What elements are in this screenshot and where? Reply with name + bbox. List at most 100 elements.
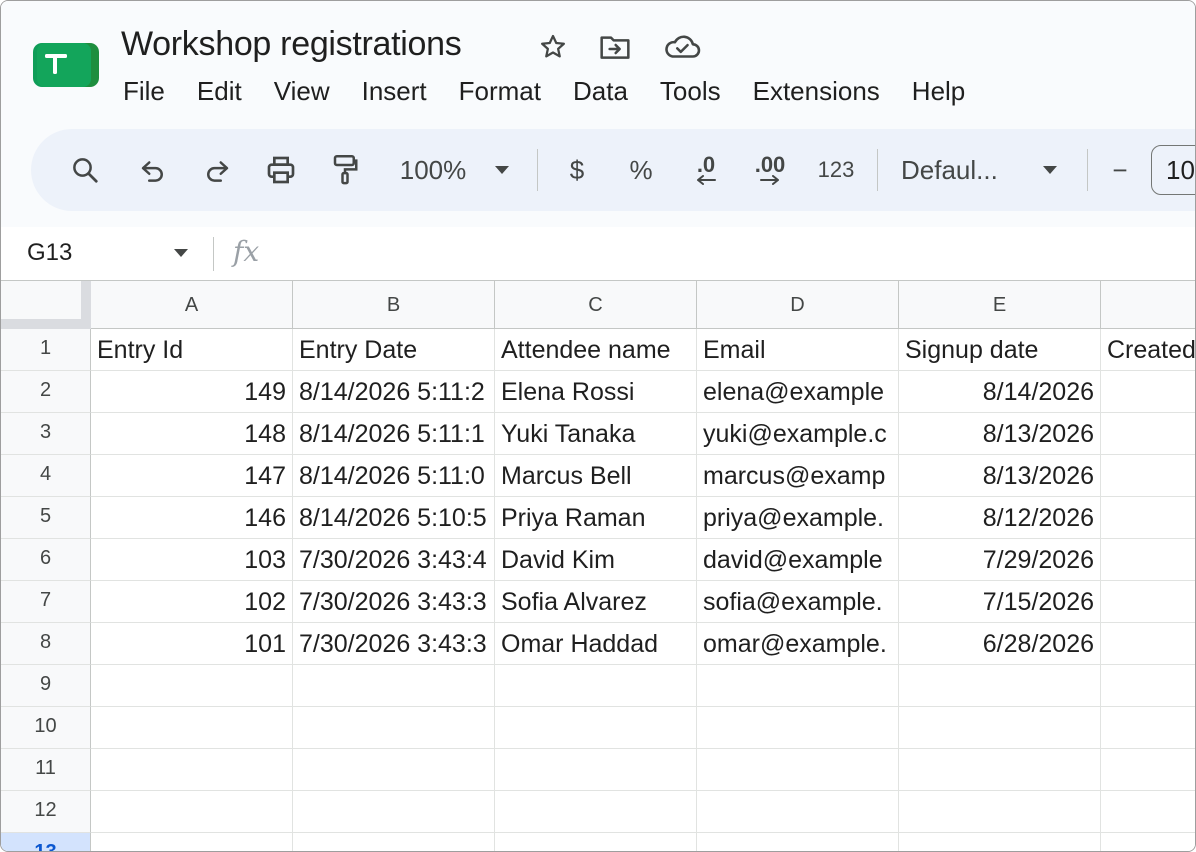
cell-c8[interactable]: Omar Haddad [495,623,697,665]
cell-b13[interactable] [293,833,495,851]
cell-a1[interactable]: Entry Id [91,329,293,371]
cell-a9[interactable] [91,665,293,707]
cell-e5[interactable]: 8/12/2026 [899,497,1101,539]
row-header-3[interactable]: 3 [1,413,91,455]
menu-format[interactable]: Format [443,71,557,111]
cell-e3[interactable]: 8/13/2026 [899,413,1101,455]
cell-e7[interactable]: 7/15/2026 [899,581,1101,623]
number-format-button[interactable]: 123 [811,129,861,211]
column-header-a[interactable]: A [91,281,293,329]
row-header-7[interactable]: 7 [1,581,91,623]
redo-icon[interactable] [197,129,237,211]
cell-a13[interactable] [91,833,293,851]
cell-f13[interactable] [1101,833,1195,851]
cell-b4[interactable]: 8/14/2026 5:11:0 [293,455,495,497]
cell-f2[interactable] [1101,371,1195,413]
menu-edit[interactable]: Edit [181,71,258,111]
cell-b3[interactable]: 8/14/2026 5:11:1 [293,413,495,455]
cloud-saved-icon[interactable] [663,31,701,63]
cell-e4[interactable]: 8/13/2026 [899,455,1101,497]
row-header-9[interactable]: 9 [1,665,91,707]
cell-b9[interactable] [293,665,495,707]
cell-b5[interactable]: 8/14/2026 5:10:5 [293,497,495,539]
row-header-4[interactable]: 4 [1,455,91,497]
cell-c3[interactable]: Yuki Tanaka [495,413,697,455]
cell-e1[interactable]: Signup date [899,329,1101,371]
cell-f11[interactable] [1101,749,1195,791]
cell-f4[interactable] [1101,455,1195,497]
row-header-5[interactable]: 5 [1,497,91,539]
menu-insert[interactable]: Insert [346,71,443,111]
menu-view[interactable]: View [258,71,346,111]
row-header-6[interactable]: 6 [1,539,91,581]
cell-a8[interactable]: 101 [91,623,293,665]
cell-f10[interactable] [1101,707,1195,749]
cell-f7[interactable] [1101,581,1195,623]
paint-format-icon[interactable] [325,129,365,211]
cell-e12[interactable] [899,791,1101,833]
cell-c5[interactable]: Priya Raman [495,497,697,539]
column-header-d[interactable]: D [697,281,899,329]
document-title[interactable]: Workshop registrations [121,25,462,64]
cell-d9[interactable] [697,665,899,707]
cell-e2[interactable]: 8/14/2026 [899,371,1101,413]
row-header-12[interactable]: 12 [1,791,91,833]
cell-f6[interactable] [1101,539,1195,581]
cell-d3[interactable]: yuki@example.c [697,413,899,455]
currency-format-button[interactable]: $ [561,129,593,211]
cell-c11[interactable] [495,749,697,791]
cell-a10[interactable] [91,707,293,749]
row-header-1[interactable]: 1 [1,329,91,371]
menu-file[interactable]: File [107,71,181,111]
column-header-b[interactable]: B [293,281,495,329]
cell-c9[interactable] [495,665,697,707]
cell-d12[interactable] [697,791,899,833]
cell-d10[interactable] [697,707,899,749]
search-icon[interactable] [65,129,105,211]
cell-f5[interactable] [1101,497,1195,539]
cell-d1[interactable]: Email [697,329,899,371]
cell-c4[interactable]: Marcus Bell [495,455,697,497]
cell-c7[interactable]: Sofia Alvarez [495,581,697,623]
formula-input[interactable] [281,235,1181,273]
chevron-down-icon[interactable] [1037,129,1063,211]
decrease-decimal-button[interactable]: .0 [683,129,729,211]
cell-a7[interactable]: 102 [91,581,293,623]
cell-a5[interactable]: 146 [91,497,293,539]
column-header-c[interactable]: C [495,281,697,329]
decrease-font-size-button[interactable]: − [1105,129,1135,211]
print-icon[interactable] [261,129,301,211]
cell-c12[interactable] [495,791,697,833]
cell-e8[interactable]: 6/28/2026 [899,623,1101,665]
cell-d2[interactable]: elena@example [697,371,899,413]
cell-d5[interactable]: priya@example. [697,497,899,539]
spreadsheet-logo-icon[interactable] [33,41,99,89]
cell-e6[interactable]: 7/29/2026 [899,539,1101,581]
cell-e13[interactable] [899,833,1101,851]
cell-b7[interactable]: 7/30/2026 3:43:3 [293,581,495,623]
cell-f9[interactable] [1101,665,1195,707]
increase-decimal-button[interactable]: .00 [745,129,795,211]
chevron-down-icon[interactable] [489,129,515,211]
cell-b6[interactable]: 7/30/2026 3:43:4 [293,539,495,581]
row-header-10[interactable]: 10 [1,707,91,749]
cell-a11[interactable] [91,749,293,791]
cell-c13[interactable] [495,833,697,851]
cell-d4[interactable]: marcus@examp [697,455,899,497]
zoom-select[interactable]: 100% [391,129,475,211]
cell-d8[interactable]: omar@example. [697,623,899,665]
cell-b11[interactable] [293,749,495,791]
cell-a2[interactable]: 149 [91,371,293,413]
name-box[interactable]: G13 [27,239,72,267]
font-size-input[interactable]: 10 [1151,145,1195,195]
percent-format-button[interactable]: % [625,129,657,211]
cell-b2[interactable]: 8/14/2026 5:11:2 [293,371,495,413]
row-header-8[interactable]: 8 [1,623,91,665]
cell-f1[interactable]: Created [1101,329,1195,371]
cell-e9[interactable] [899,665,1101,707]
cell-c2[interactable]: Elena Rossi [495,371,697,413]
column-header-e[interactable]: E [899,281,1101,329]
cell-a6[interactable]: 103 [91,539,293,581]
cell-b12[interactable] [293,791,495,833]
move-to-folder-icon[interactable] [599,31,631,63]
